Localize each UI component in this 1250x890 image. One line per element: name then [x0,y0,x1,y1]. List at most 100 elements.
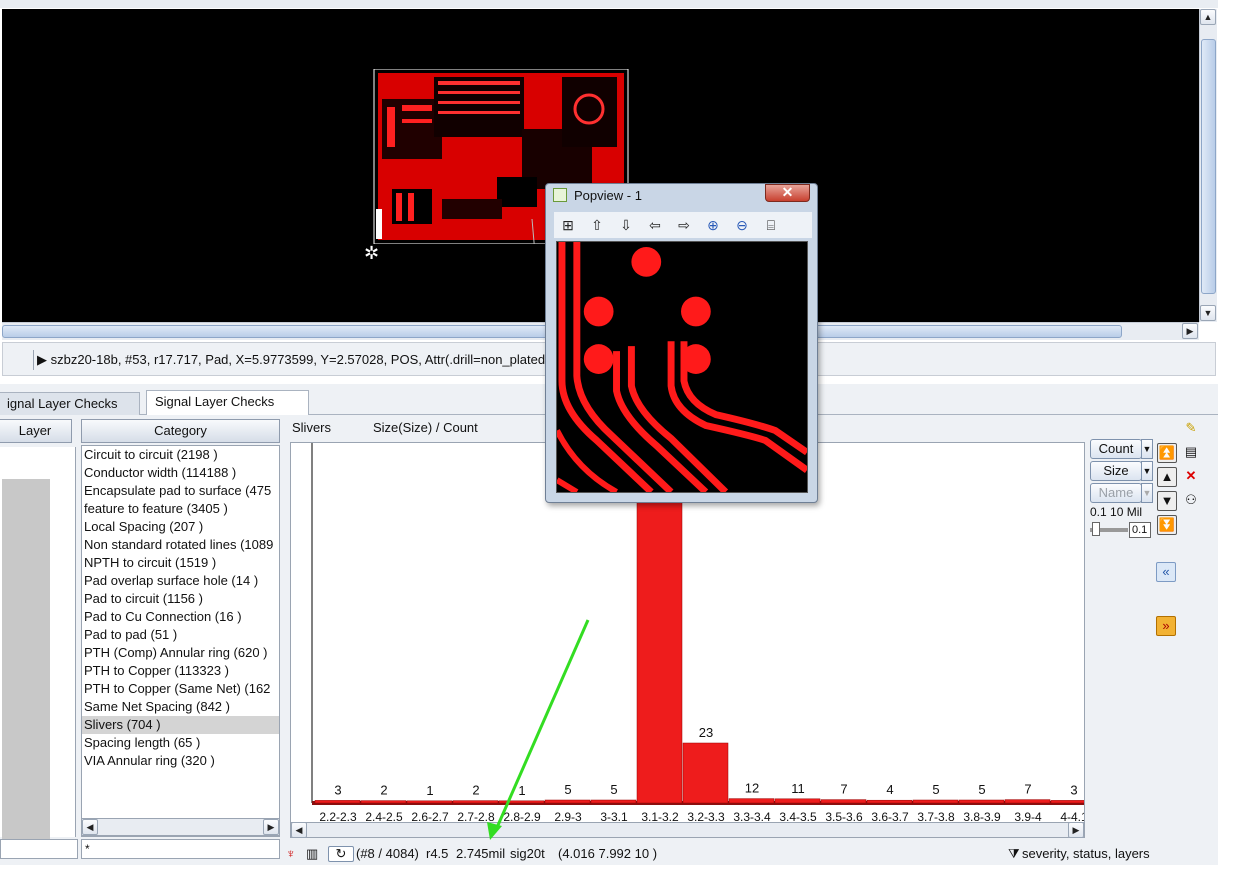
arrow-up-icon[interactable]: ⇧ [585,215,609,235]
status-net: sig20t [510,846,545,861]
top-strip [0,0,1218,8]
category-filter-input[interactable]: * [81,839,280,859]
category-horizontal-scrollbar[interactable]: ◀ ▶ [81,818,280,836]
histogram-bar[interactable] [1050,800,1085,804]
list-item[interactable]: Non standard rotated lines (1089 [82,536,279,554]
canvas-vertical-scrollbar[interactable]: ▲ ▼ [1199,9,1217,322]
filter-icon[interactable]: ⧩ [1008,843,1020,865]
list-item[interactable]: Same Net Spacing (842 ) [82,698,279,716]
scroll-down-icon[interactable]: ▼ [1200,305,1216,321]
scroll-up-icon[interactable]: ▲ [1200,9,1216,25]
bar-value-label: 5 [978,782,985,797]
list-item[interactable]: VIA Annular ring (320 ) [82,752,279,770]
bar-value-label: 5 [564,782,571,797]
list-item[interactable]: Pad overlap surface hole (14 ) [82,572,279,590]
list-item[interactable]: Pad to pad (51 ) [82,626,279,644]
tree-icon[interactable]: ♆ [286,843,296,865]
zoom-out-icon[interactable]: ⊖ [730,215,754,235]
list-item[interactable]: Circuit to circuit (2198 ) [82,446,279,464]
sort-order-label[interactable]: severity, status, layers [1022,843,1150,865]
histogram-bar[interactable] [590,799,637,804]
move-up-icon[interactable]: ▲ [1157,467,1177,487]
bar-value-label: 2 [472,783,479,798]
scroll-right-icon[interactable]: ▶ [1182,323,1198,339]
histogram-bar[interactable] [498,800,545,804]
pencil-icon[interactable]: ✎ [1181,419,1201,439]
bar-value-label: 1 [518,783,525,798]
status-position: (#8 / 4084) [356,846,419,861]
move-top-icon[interactable]: ⏫ [1157,443,1177,463]
bar-value-label: 5 [932,782,939,797]
fit-icon[interactable]: ⊞ [556,215,580,235]
scroll-left-icon[interactable]: ◀ [291,822,307,838]
list-item[interactable]: feature to feature (3405 ) [82,500,279,518]
histogram-bar[interactable] [544,799,591,804]
close-icon[interactable]: ✕ [765,184,810,202]
chart-horizontal-scrollbar[interactable]: ◀ ▶ [290,822,1085,838]
chevron-down-icon[interactable]: ▼ [1141,439,1153,459]
slider-handle[interactable] [1092,522,1100,536]
users-icon[interactable]: ⚇ [1181,491,1201,511]
chevron-down-icon[interactable]: ▼ [1141,461,1153,481]
zoom-in-icon[interactable]: ⊕ [701,215,725,235]
layer-column-header[interactable]: Layer [0,419,72,443]
bar-value-label: 4 [886,782,893,797]
category-list[interactable]: Circuit to circuit (2198 ) Conductor widt… [81,445,280,837]
chevron-down-icon[interactable]: ▼ [1141,483,1153,503]
popview-toolbar: ⊞ ⇧ ⇩ ⇦ ⇨ ⊕ ⊖ ⌸ [554,212,812,238]
arrow-left-icon[interactable]: ⇦ [643,215,667,235]
layer-filter-input[interactable] [0,839,78,859]
expand-right-icon[interactable]: » [1156,616,1176,636]
category-column-header[interactable]: Category [81,419,280,443]
list-item[interactable]: PTH to Copper (Same Net) (162 [82,680,279,698]
bar-value-label: 7 [840,782,847,797]
collapse-left-icon[interactable]: « [1156,562,1176,582]
report-icon[interactable]: ▤ [1181,443,1201,463]
camera-icon[interactable]: ⌸ [759,215,783,235]
scroll-left-icon[interactable]: ◀ [82,819,98,835]
name-button[interactable]: Name [1090,483,1142,503]
histogram-bar[interactable] [728,798,775,804]
arrow-down-icon[interactable]: ⇩ [614,215,638,235]
histogram-bar[interactable] [682,742,729,804]
layer-list[interactable] [0,447,76,839]
size-button[interactable]: Size [1090,461,1142,481]
tab-signal-layer-checks-2[interactable]: Signal Layer Checks [146,390,309,416]
histogram-bar[interactable] [912,799,959,804]
scroll-right-icon[interactable]: ▶ [263,819,279,835]
scale-value-input[interactable]: 0.1 [1129,522,1151,538]
scroll-right-icon[interactable]: ▶ [1068,822,1084,838]
list-item[interactable]: PTH to Copper (113323 ) [82,662,279,680]
histogram-icon[interactable]: ▥ [306,843,318,865]
histogram-bar[interactable] [820,799,867,804]
list-item[interactable]: Slivers (704 ) [82,716,279,734]
list-item[interactable]: PTH (Comp) Annular ring (620 ) [82,644,279,662]
move-bottom-icon[interactable]: ⏬ [1157,515,1177,535]
list-item[interactable]: Pad to circuit (1156 ) [82,590,279,608]
histogram-bar[interactable] [774,798,821,804]
popview-zoom-canvas[interactable] [556,241,808,493]
list-item[interactable]: Local Spacing (207 ) [82,518,279,536]
list-item[interactable]: Conductor width (114188 ) [82,464,279,482]
count-button[interactable]: Count [1090,439,1142,459]
histogram-bar[interactable] [958,799,1005,804]
tab-signal-layer-checks-1[interactable]: ignal Layer Checks [0,392,140,415]
histogram-bar[interactable] [866,799,913,804]
bar-value-label: 1 [426,783,433,798]
histogram-bar[interactable] [1004,799,1051,804]
delete-icon[interactable]: ✕ [1181,467,1201,487]
histogram-bar[interactable] [406,800,453,804]
histogram-bar[interactable] [452,800,499,804]
vertical-scroll-thumb[interactable] [1201,39,1216,294]
list-item[interactable]: Pad to Cu Connection (16 ) [82,608,279,626]
histogram-bar[interactable] [360,800,407,804]
refresh-icon[interactable]: ↻ [328,846,354,862]
list-item[interactable]: Spacing length (65 ) [82,734,279,752]
histogram-bar[interactable] [314,800,361,804]
popview-window[interactable]: Popview - 1 ✕ ⊞ ⇧ ⇩ ⇦ ⇨ ⊕ ⊖ ⌸ [545,183,818,503]
arrow-right-icon[interactable]: ⇨ [672,215,696,235]
window-app-icon [553,188,567,202]
list-item[interactable]: NPTH to circuit (1519 ) [82,554,279,572]
move-down-icon[interactable]: ▼ [1157,491,1177,511]
list-item[interactable]: Encapsulate pad to surface (475 [82,482,279,500]
